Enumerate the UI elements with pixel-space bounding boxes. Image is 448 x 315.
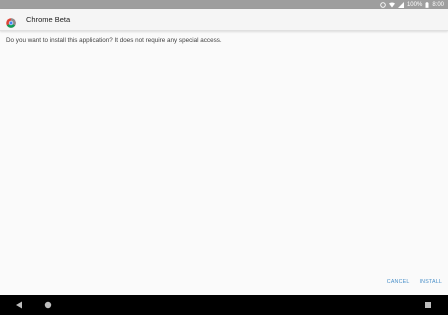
recents-icon[interactable] — [423, 300, 433, 310]
chrome-beta-icon — [6, 15, 16, 28]
app-title: Chrome Beta — [26, 15, 71, 24]
signal-icon — [397, 1, 404, 8]
package-installer-screen: 100% 8:00 Chrome Beta Do you want to ins… — [0, 0, 448, 315]
battery-text: 100% — [406, 1, 423, 8]
status-time: 8:00 — [432, 1, 444, 8]
battery-icon — [425, 1, 429, 8]
back-icon[interactable] — [14, 300, 24, 310]
navigation-bar — [0, 295, 448, 315]
wifi-icon — [388, 2, 395, 8]
data-saver-icon — [380, 1, 386, 8]
app-header: Chrome Beta — [0, 9, 448, 31]
status-bar: 100% 8:00 — [0, 0, 448, 9]
home-icon[interactable] — [43, 300, 53, 310]
install-button[interactable]: INSTALL — [420, 279, 443, 285]
dialog-actions: CANCEL INSTALL — [387, 279, 442, 285]
cancel-button[interactable]: CANCEL — [387, 279, 410, 285]
install-message: Do you want to install this application?… — [6, 37, 222, 44]
